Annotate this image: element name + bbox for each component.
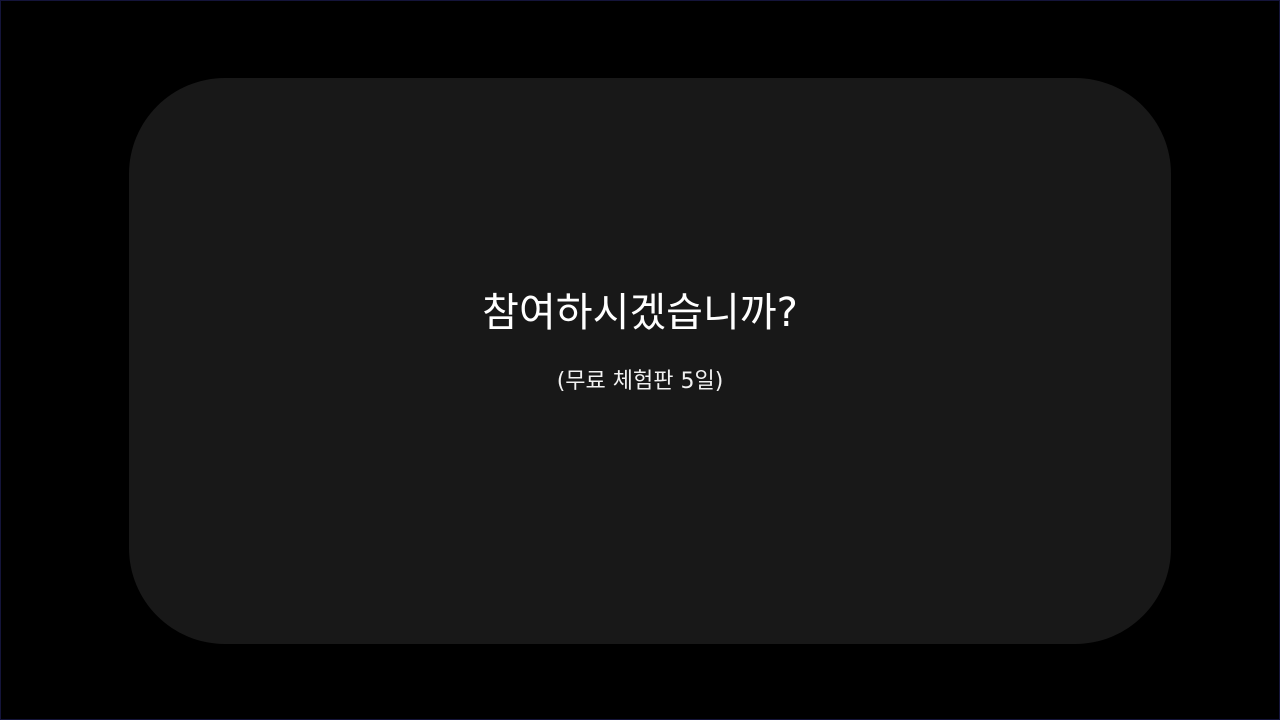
dialog-question-text: 참여하시겠습니까? bbox=[482, 290, 798, 336]
participation-dialog[interactable] bbox=[129, 78, 1171, 644]
screen: 참여하시겠습니까? (무료 체험판 5일) bbox=[0, 0, 1280, 720]
dialog-subtitle-text: (무료 체험판 5일) bbox=[556, 369, 724, 394]
